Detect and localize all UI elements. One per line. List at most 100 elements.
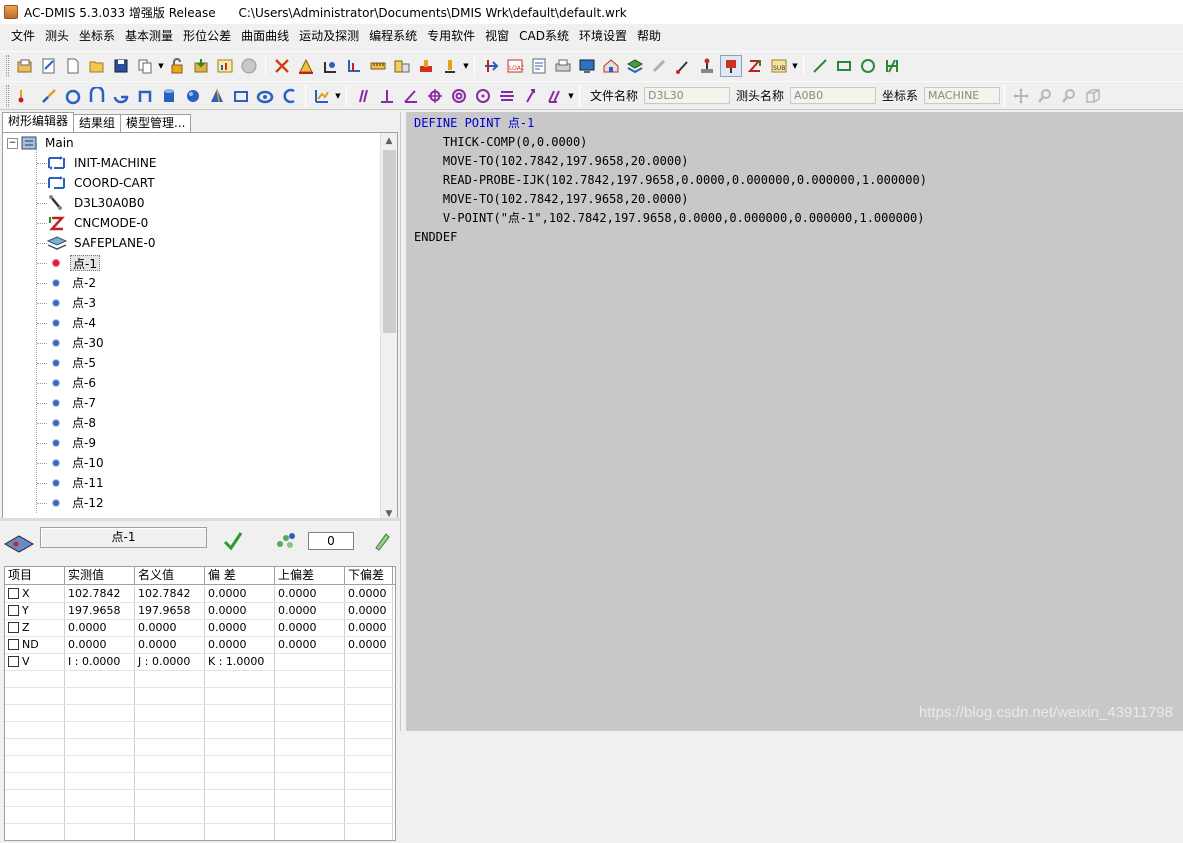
pan-icon[interactable] (1010, 85, 1032, 107)
menu-surface-curve[interactable]: 曲面曲线 (236, 26, 294, 46)
code-line[interactable]: DEFINE POINT 点-1 (414, 114, 1183, 133)
perpendicular-icon[interactable] (376, 85, 398, 107)
menu-coordinate-system[interactable]: 坐标系 (74, 26, 120, 46)
tree-node-point[interactable]: 点-3 (46, 293, 98, 313)
tree-node-coord-cart[interactable]: COORD-CART (46, 173, 157, 193)
tree-node-point[interactable]: 点-2 (46, 273, 98, 293)
tree-root[interactable]: − Main (7, 133, 76, 153)
save-icon[interactable] (110, 55, 132, 77)
table-row[interactable] (5, 739, 395, 756)
menu-help[interactable]: 帮助 (632, 26, 666, 46)
tree-node-point[interactable]: 点-1 (46, 253, 100, 273)
ruler-icon[interactable] (367, 55, 389, 77)
tab-tree-editor[interactable]: 树形编辑器 (2, 112, 75, 132)
tree-node-point[interactable]: 点-11 (46, 473, 106, 493)
copy-icon[interactable] (134, 55, 156, 77)
angularity-icon[interactable] (400, 85, 422, 107)
table-row[interactable] (5, 824, 395, 840)
subroutine-icon[interactable]: SUB (768, 55, 790, 77)
table-row[interactable] (5, 671, 395, 688)
open-folder-icon[interactable] (86, 55, 108, 77)
tree-node-point[interactable]: 点-6 (46, 373, 98, 393)
plane-feature-icon[interactable] (230, 85, 252, 107)
concentricity-icon[interactable] (448, 85, 470, 107)
coordinate-system-field[interactable]: MACHINE (924, 87, 1001, 104)
zoom-in-icon[interactable] (1034, 85, 1056, 107)
tree-node-point[interactable]: 点-30 (46, 333, 106, 353)
menu-cad[interactable]: CAD系统 (514, 26, 574, 46)
new-file-icon[interactable] (62, 55, 84, 77)
table-row[interactable] (5, 688, 395, 705)
zoom-out-icon[interactable] (1058, 85, 1080, 107)
tree-node-d3l30a0b0[interactable]: D3L30A0B0 (46, 193, 147, 213)
line-feature-icon[interactable] (38, 85, 60, 107)
probe-red-icon[interactable] (415, 55, 437, 77)
rectangle-tool-icon[interactable] (833, 55, 855, 77)
row-checkbox[interactable] (8, 639, 19, 650)
tab-model-manager[interactable]: 模型管理... (120, 114, 192, 132)
construct-dropdown-icon[interactable]: ▼ (334, 85, 342, 107)
menu-gdt[interactable]: 形位公差 (178, 26, 236, 46)
stylus-icon[interactable] (672, 55, 694, 77)
tree-node-init-machine[interactable]: INIT-MACHINE (46, 153, 158, 173)
toolbar-grip[interactable] (6, 84, 9, 107)
tree-node-point[interactable]: 点-5 (46, 353, 98, 373)
parallel-icon[interactable] (352, 85, 374, 107)
home-icon[interactable] (600, 55, 622, 77)
pane-splitter[interactable] (400, 112, 405, 731)
circle-tool-icon[interactable] (857, 55, 879, 77)
load-icon[interactable]: LOAD (504, 55, 526, 77)
line-tool-icon[interactable] (809, 55, 831, 77)
delete-icon[interactable] (271, 55, 293, 77)
tree-node-point[interactable]: 点-7 (46, 393, 98, 413)
menu-settings[interactable]: 环境设置 (574, 26, 632, 46)
dimension-icon[interactable] (295, 55, 317, 77)
table-row[interactable] (5, 807, 395, 824)
menu-motion-probing[interactable]: 运动及探测 (294, 26, 364, 46)
tree-node-safeplane[interactable]: SAFEPLANE-0 (46, 233, 157, 253)
code-line[interactable]: READ-PROBE-IJK(102.7842,197.9658,0.0000,… (414, 171, 1183, 190)
column-header[interactable]: 实测值 (65, 567, 135, 584)
cone-feature-icon[interactable] (206, 85, 228, 107)
table-row[interactable]: ND 0.0000 0.0000 0.0000 0.0000 0.0000 (5, 637, 395, 654)
circle-feature-icon[interactable] (62, 85, 84, 107)
table-row[interactable] (5, 705, 395, 722)
coaxiality-icon[interactable] (472, 85, 494, 107)
column-header[interactable]: 名义值 (135, 567, 205, 584)
code-line[interactable]: ENDDEF (414, 228, 1183, 247)
report-icon[interactable] (528, 55, 550, 77)
tree-node-point[interactable]: 点-12 (46, 493, 106, 513)
code-line[interactable]: MOVE-TO(102.7842,197.9658,20.0000) (414, 190, 1183, 209)
runout-icon[interactable] (520, 85, 542, 107)
layers-icon[interactable] (624, 55, 646, 77)
datum-icon[interactable] (319, 55, 341, 77)
arc-feature-icon[interactable] (86, 85, 108, 107)
result-count-field[interactable]: 0 (308, 532, 354, 550)
copy-dropdown-icon[interactable]: ▼ (157, 55, 165, 77)
row-checkbox[interactable] (8, 656, 19, 667)
checkmark-icon[interactable] (222, 530, 244, 555)
tree-node-point[interactable]: 点-10 (46, 453, 106, 473)
open-project-icon[interactable] (14, 55, 36, 77)
menu-view[interactable]: 视窗 (480, 26, 514, 46)
table-row[interactable]: Z 0.0000 0.0000 0.0000 0.0000 0.0000 (5, 620, 395, 637)
cylinder-feature-icon[interactable] (158, 85, 180, 107)
motion-icon[interactable] (480, 55, 502, 77)
menu-probe[interactable]: 测头 (40, 26, 74, 46)
menu-programming[interactable]: 编程系统 (364, 26, 422, 46)
eraser-icon[interactable] (370, 530, 392, 555)
tree-node-point[interactable]: 点-9 (46, 433, 98, 453)
unlock-icon[interactable] (166, 55, 188, 77)
subroutine-dropdown-icon[interactable]: ▼ (791, 55, 799, 77)
stylus-gray-icon[interactable] (648, 55, 670, 77)
torus-feature-icon[interactable] (254, 85, 276, 107)
column-header[interactable]: 上偏差 (275, 567, 345, 584)
code-line[interactable]: MOVE-TO(102.7842,197.9658,20.0000) (414, 152, 1183, 171)
import-icon[interactable] (190, 55, 212, 77)
probe-dropdown-icon[interactable]: ▼ (462, 55, 470, 77)
file-name-field[interactable]: D3L30 (644, 87, 731, 104)
scroll-thumb[interactable] (383, 150, 396, 333)
axis-z-icon[interactable] (744, 55, 766, 77)
table-row[interactable] (5, 773, 395, 790)
probe-head-icon[interactable] (720, 55, 742, 77)
